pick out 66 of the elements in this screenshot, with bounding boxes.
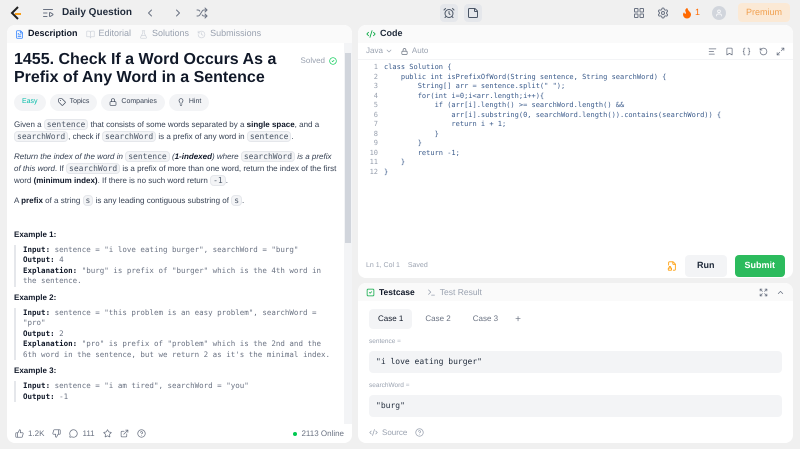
thumbs-down-icon[interactable] xyxy=(52,429,62,438)
lightbulb-icon xyxy=(176,98,185,106)
scrollbar[interactable] xyxy=(344,43,352,424)
code-icon xyxy=(369,428,378,437)
lock-icon xyxy=(109,98,118,106)
problem-title: 1455. Check If a Word Occurs As a Prefix of Any Word in a Sentence xyxy=(14,51,278,87)
run-button[interactable]: Run xyxy=(685,255,726,277)
note-button[interactable] xyxy=(464,4,482,22)
example-heading: Example 3: xyxy=(14,365,58,377)
fullscreen-icon[interactable] xyxy=(759,288,768,296)
case-tab[interactable]: Case 3 xyxy=(464,309,508,329)
alarm-clock-icon xyxy=(443,6,456,18)
tab[interactable]: Testcase xyxy=(366,286,415,298)
lock-icon xyxy=(400,48,408,54)
expand-icon[interactable] xyxy=(776,46,785,56)
example-heading: Example 1: xyxy=(14,228,58,240)
chevron-down-icon xyxy=(384,47,393,55)
bookmark-icon[interactable] xyxy=(725,46,734,56)
tag-icon xyxy=(58,98,66,106)
shuffle-icon[interactable] xyxy=(196,6,208,18)
source-link[interactable]: Source xyxy=(369,426,408,438)
document-icon xyxy=(15,30,24,38)
flame-icon xyxy=(680,6,693,18)
param-value-field[interactable]: "burg" xyxy=(369,394,782,416)
person-icon xyxy=(714,8,723,16)
reset-icon[interactable] xyxy=(759,46,768,56)
thumbs-up-icon xyxy=(15,429,24,438)
help-icon[interactable] xyxy=(415,428,424,437)
panel-title: Code xyxy=(380,27,402,40)
share-icon[interactable] xyxy=(120,429,129,438)
tab[interactable]: Solutions xyxy=(139,27,190,41)
history-icon xyxy=(197,30,206,38)
format-icon[interactable] xyxy=(708,46,717,56)
case-tab[interactable]: Case 2 xyxy=(416,309,460,329)
help-icon[interactable] xyxy=(136,429,146,438)
param-value-field[interactable]: "i love eating burger" xyxy=(369,350,782,373)
settings-icon[interactable] xyxy=(656,6,669,18)
terminal-icon xyxy=(426,288,436,296)
star-icon[interactable] xyxy=(102,429,112,438)
solved-status: Solved xyxy=(300,55,337,67)
description-paragraph: A prefix of a string s is any leading contiguous substring of s . xyxy=(14,194,246,206)
streak-counter[interactable]: 1 xyxy=(680,6,700,20)
list-icon xyxy=(42,6,54,18)
description-paragraph: Given a sentence that consists of some words separated by a single space, and a searchWord , check if searchWord is a prefix of any word in sentence . xyxy=(14,118,320,142)
description-paragraph: Return the index of the word in sentence (1-indexed) where searchWord is a prefix of this word. If searchWord is a prefix of more than one word, return the index of the first word (minimum index). If there is no such word return -1 . xyxy=(14,150,337,186)
logo-icon[interactable] xyxy=(10,6,22,20)
example-heading: Example 2: xyxy=(14,292,58,304)
code-icon xyxy=(366,29,376,39)
daily-question-button[interactable]: Daily Question xyxy=(42,5,132,20)
braces-icon[interactable] xyxy=(742,46,751,56)
note-icon xyxy=(467,6,480,18)
case-tab[interactable]: Case 1 xyxy=(369,309,412,329)
grid-icon[interactable] xyxy=(632,6,645,18)
auto-mode[interactable]: Auto xyxy=(400,45,428,57)
online-count: 2113 Online xyxy=(293,428,344,440)
like-button[interactable]: 1.2K xyxy=(15,428,44,440)
add-case-button[interactable]: + xyxy=(511,312,525,326)
comment-icon xyxy=(69,429,78,438)
tab[interactable]: Description xyxy=(15,27,78,41)
checkbox-icon xyxy=(366,288,375,296)
check-circle-icon xyxy=(329,57,337,65)
alarm-clock-button[interactable] xyxy=(440,4,458,22)
book-icon xyxy=(86,30,95,38)
comments-button[interactable]: 111 xyxy=(69,428,95,440)
flask-icon xyxy=(139,30,148,38)
language-dropdown[interactable]: Java xyxy=(366,45,393,57)
